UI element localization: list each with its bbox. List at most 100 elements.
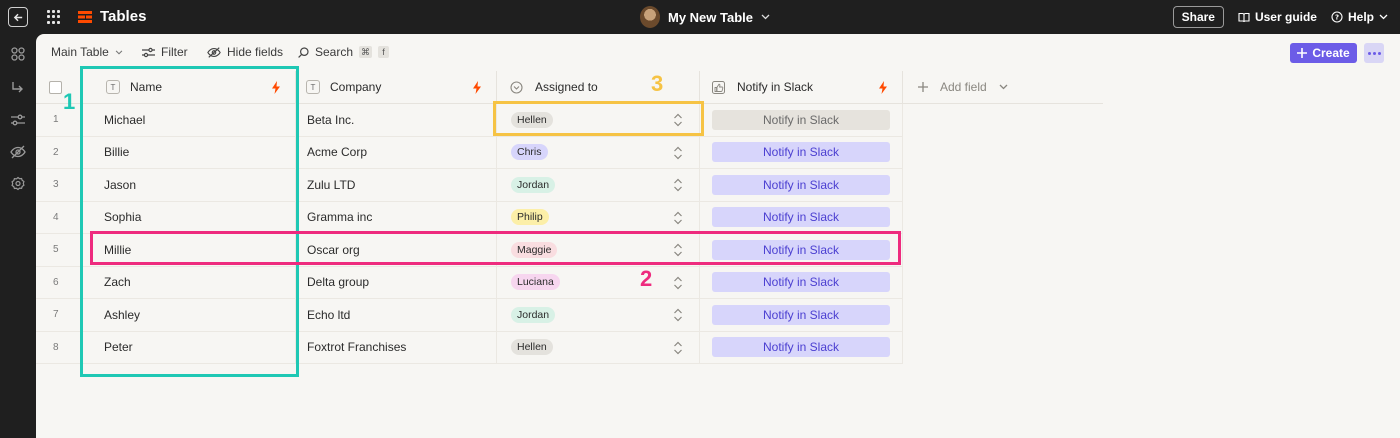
table-switcher[interactable]: My New Table [640, 6, 770, 28]
annotation-box-1 [80, 66, 299, 377]
row-number-cell: 4 [36, 201, 83, 233]
company-value: Gramma inc [307, 210, 373, 225]
thumbs-up-button-type-icon [712, 80, 725, 94]
company-cell[interactable]: Acme Corp [296, 136, 497, 168]
company-cell[interactable]: Foxtrot Franchises [296, 331, 497, 363]
slack-cell: Notify in Slack [700, 136, 903, 168]
more-options-icon[interactable] [1364, 43, 1384, 63]
company-value: Beta Inc. [307, 112, 355, 127]
column-header-assigned[interactable]: Assigned to [497, 71, 700, 104]
slack-cell: Notify in Slack [700, 266, 903, 298]
filter-button[interactable]: Filter [142, 45, 188, 59]
eye-off-icon [207, 46, 221, 58]
chevron-down-icon [999, 84, 1008, 90]
zapier-tables-logo-icon [78, 11, 92, 23]
assignee-chip: Jordan [511, 306, 556, 323]
eye-off-icon[interactable] [10, 144, 26, 160]
chevron-up-down-icon[interactable] [673, 178, 683, 192]
assigned-cell[interactable]: Hellen [497, 331, 700, 363]
notify-in-slack-button[interactable]: Notify in Slack [712, 272, 890, 293]
row-number: 1 [53, 114, 59, 126]
chevron-up-down-icon[interactable] [673, 146, 683, 160]
bolt-icon [879, 81, 887, 94]
chevron-down-icon [1379, 14, 1388, 20]
row-number-cell: 3 [36, 169, 83, 201]
column-label-assigned: Assigned to [535, 80, 598, 94]
company-cell[interactable]: Delta group [296, 266, 497, 298]
chevron-up-down-icon[interactable] [673, 341, 683, 355]
assigned-cell[interactable]: Philip [497, 201, 700, 233]
app-title: Tables [100, 8, 147, 25]
notify-in-slack-button[interactable]: Notify in Slack [712, 337, 890, 358]
select-all-checkbox[interactable] [49, 80, 62, 94]
apps-icon[interactable] [10, 46, 26, 62]
bolt-icon [473, 81, 481, 94]
slack-cell: Notify in Slack [700, 104, 903, 136]
slack-cell: Notify in Slack [700, 201, 903, 233]
row-number: 3 [53, 179, 59, 191]
assigned-cell[interactable]: Jordan [497, 169, 700, 201]
left-rail [0, 34, 36, 438]
column-header-slack[interactable]: Notify in Slack [700, 71, 903, 104]
assignee-chip: Jordan [511, 176, 556, 193]
column-label-company: Company [330, 80, 382, 94]
search-icon [298, 46, 309, 58]
settings-gear-icon[interactable] [10, 176, 26, 192]
user-guide-link[interactable]: User guide [1238, 10, 1317, 24]
search-button[interactable]: Search ⌘ f [298, 45, 390, 59]
chevron-up-down-icon[interactable] [673, 308, 683, 322]
sliders-icon[interactable] [10, 112, 26, 128]
company-cell[interactable]: Beta Inc. [296, 104, 497, 136]
company-cell[interactable]: Echo ltd [296, 299, 497, 331]
help-circle-icon: ? [1331, 11, 1343, 23]
avatar [640, 6, 660, 28]
plus-icon [1297, 48, 1308, 58]
row-number: 6 [53, 276, 59, 288]
zap-arrow-icon[interactable] [10, 80, 26, 96]
assignee-chip: Chris [511, 144, 548, 161]
chevron-up-down-icon[interactable] [673, 276, 683, 290]
filter-sliders-icon [142, 47, 155, 57]
hide-fields-button[interactable]: Hide fields [207, 45, 283, 59]
chevron-down-icon [761, 14, 770, 20]
company-cell[interactable]: Zulu LTD [296, 169, 497, 201]
main-panel: Main Table Filter Hide fields Search ⌘ f… [36, 34, 1400, 438]
add-field-button[interactable]: Add field [903, 71, 1103, 104]
notify-in-slack-button[interactable]: Notify in Slack [712, 142, 890, 163]
row-number: 5 [53, 244, 59, 256]
assignee-chip: Hellen [511, 339, 553, 356]
assigned-cell[interactable]: Jordan [497, 299, 700, 331]
row-number: 7 [53, 309, 59, 321]
assigned-cell[interactable]: Luciana [497, 266, 700, 298]
notify-in-slack-button[interactable]: Notify in Slack [712, 109, 890, 130]
apps-grid-icon[interactable] [47, 10, 61, 24]
row-number-cell: 8 [36, 331, 83, 363]
company-value: Acme Corp [307, 145, 368, 160]
back-arrow-icon[interactable] [8, 7, 28, 27]
view-selector[interactable]: Main Table [51, 45, 123, 59]
company-value: Delta group [307, 275, 370, 290]
chevron-up-down-icon[interactable] [673, 211, 683, 225]
help-label: Help [1347, 10, 1374, 24]
share-button[interactable]: Share [1172, 6, 1224, 28]
row-number-cell: 7 [36, 299, 83, 331]
notify-in-slack-button[interactable]: Notify in Slack [712, 304, 890, 325]
column-header-company[interactable]: T Company [296, 71, 497, 104]
table-name: My New Table [668, 9, 754, 25]
company-value: Echo ltd [307, 307, 351, 322]
company-cell[interactable]: Gramma inc [296, 201, 497, 233]
help-menu[interactable]: ? Help [1331, 10, 1388, 24]
text-type-icon: T [306, 80, 320, 94]
top-bar: Tables My New Table Share User guide ? H… [0, 0, 1400, 34]
notify-in-slack-button[interactable]: Notify in Slack [712, 207, 890, 228]
assignee-chip: Luciana [511, 274, 560, 291]
slack-cell: Notify in Slack [700, 331, 903, 363]
assigned-cell[interactable]: Chris [497, 136, 700, 168]
create-button[interactable]: Create [1290, 43, 1357, 63]
row-number-cell: 1 [36, 104, 83, 136]
slack-cell: Notify in Slack [700, 299, 903, 331]
svg-text:?: ? [1335, 14, 1339, 22]
row-number: 4 [53, 211, 59, 223]
notify-in-slack-button[interactable]: Notify in Slack [712, 174, 890, 195]
annotation-number-3: 3 [651, 71, 664, 96]
